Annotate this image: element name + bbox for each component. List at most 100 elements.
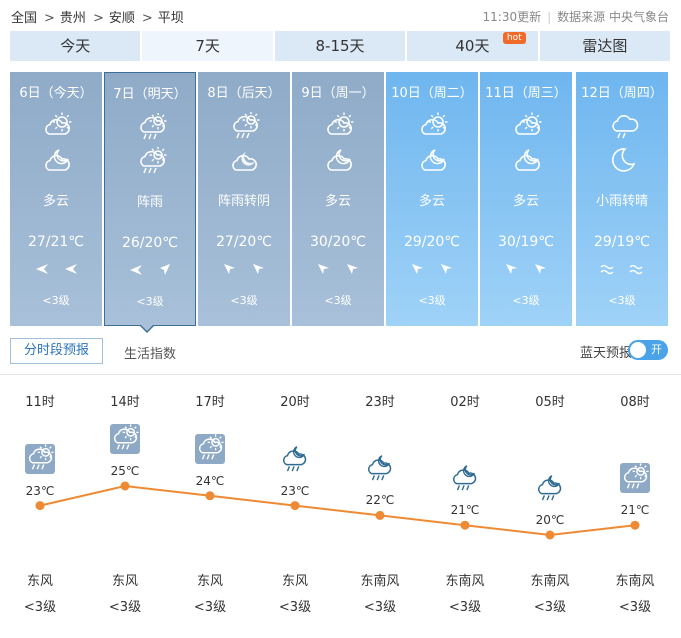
day-card[interactable]: 10日（周二） 多云 29/20℃ <3级 xyxy=(386,72,478,326)
day-card[interactable]: 8日（后天） 阵雨转阴 27/20℃ <3级 xyxy=(198,72,290,326)
breadcrumb-province[interactable]: 贵州 xyxy=(60,11,86,26)
day-title: 8日（后天） xyxy=(207,86,281,101)
tab-today[interactable]: 今天 xyxy=(10,31,141,61)
day-wind-level: <3级 xyxy=(608,294,636,307)
tab-label: 8-15天 xyxy=(315,37,365,55)
shower-rain-icon xyxy=(136,112,168,141)
breadcrumb-country[interactable]: 全国 xyxy=(11,11,37,26)
day-title: 12日（周四） xyxy=(581,86,663,101)
tab-label: 今天 xyxy=(60,37,91,55)
tab-radar[interactable]: 雷达图 xyxy=(539,31,671,61)
day-weather: 多云 xyxy=(324,194,351,209)
hourly-forecast-tab[interactable]: 分时段预报 xyxy=(10,338,103,364)
day-wind-level: <3级 xyxy=(324,294,352,307)
tab-8-15days[interactable]: 8-15天 xyxy=(274,31,406,61)
day-wind xyxy=(292,262,384,280)
breadcrumb-separator: > xyxy=(44,11,55,26)
temperature-point xyxy=(205,491,215,501)
northwest-wind-icon xyxy=(224,264,235,274)
day-wind xyxy=(576,262,668,280)
day-card[interactable]: 7日（明天） 阵雨 26/20℃ <3级 xyxy=(104,72,196,326)
day-temperature: 30/19℃ xyxy=(497,234,555,250)
tab-7days[interactable]: 7天 xyxy=(142,31,273,61)
cloudy-night-icon xyxy=(41,146,73,174)
hour-wind-direction: 东南风 xyxy=(530,574,570,589)
northwest-wind-icon xyxy=(318,264,329,274)
day-card[interactable]: 9日（周一） 多云 30/20℃ <3级 xyxy=(292,72,384,326)
breadcrumb-city[interactable]: 安顺 xyxy=(109,11,135,26)
hour-temperature: 25℃ xyxy=(110,464,140,478)
day-card[interactable]: 12日（周四） 小雨转晴 29/19℃ <3级 xyxy=(576,72,668,326)
hour-temperature: 20℃ xyxy=(535,513,565,527)
moon-cloud-icon xyxy=(229,146,261,174)
shower-rain-icon xyxy=(25,443,55,474)
day-wind xyxy=(105,263,195,281)
day-wind xyxy=(10,262,102,280)
blue-sky-toggle[interactable]: 开 xyxy=(628,340,668,360)
night-shower-icon xyxy=(280,444,310,474)
shower-rain-icon xyxy=(136,146,168,175)
tab-label: 40天 xyxy=(455,37,490,55)
blue-sky-forecast-label: 蓝天预报 xyxy=(579,346,632,361)
divider xyxy=(0,374,681,375)
hour-wind-direction: 东风 xyxy=(281,574,308,589)
update-time: 11:30更新 xyxy=(482,10,542,24)
temperature-point xyxy=(460,520,470,530)
hour-wind-level: <3级 xyxy=(23,600,57,615)
northeast-wind-icon xyxy=(160,264,170,275)
partly-cloudy-icon xyxy=(511,112,543,140)
northwest-wind-icon xyxy=(253,264,264,274)
west-wind-icon xyxy=(130,265,142,275)
day-weather: 多云 xyxy=(512,194,539,209)
moon-icon xyxy=(607,146,639,174)
partly-cloudy-icon xyxy=(41,112,73,140)
shower-rain-icon xyxy=(620,463,650,494)
daily-forecast: 6日（今天） 多云 27/21℃ <3级 7日（明天） 阵雨 26/20℃ <3… xyxy=(10,72,670,328)
toggle-label: 开 xyxy=(651,343,662,356)
hour-temperature: 21℃ xyxy=(620,503,650,518)
tab-label: 7天 xyxy=(195,37,220,55)
forecast-tabs: 今天 7天 8-15天 40天 hot 雷达图 xyxy=(10,31,671,61)
hour-wind-level: <3级 xyxy=(618,600,652,615)
hourly-forecast: 11时 东风 <3级 23℃ 14时 东风 <3级 25℃ 17时 东风 <3级 24… xyxy=(0,380,681,638)
day-title: 9日（周一） xyxy=(301,86,375,101)
hour-wind-direction: 东南风 xyxy=(360,574,400,589)
day-card[interactable]: 11日（周三） 多云 30/19℃ <3级 xyxy=(480,72,572,326)
night-shower-icon xyxy=(535,473,565,503)
breeze-icon xyxy=(629,264,643,275)
day-weather: 多云 xyxy=(42,194,69,209)
tab-label: 雷达图 xyxy=(582,37,628,55)
hour-temperature: 23℃ xyxy=(280,483,310,498)
day-wind-level: <3级 xyxy=(230,294,258,307)
hour-time: 11时 xyxy=(25,395,55,410)
hour-wind-direction: 东风 xyxy=(196,574,223,589)
day-wind-level: <3级 xyxy=(42,294,70,307)
day-title: 10日（周二） xyxy=(391,86,473,101)
cloudy-night-icon xyxy=(323,146,355,174)
hour-wind-direction: 东南风 xyxy=(445,574,485,589)
day-temperature: 29/20℃ xyxy=(403,234,461,250)
cloudy-night-icon xyxy=(417,146,449,174)
hour-wind-level: <3级 xyxy=(193,600,227,615)
life-index-tab[interactable]: 生活指数 xyxy=(124,343,176,362)
hour-temperature: 21℃ xyxy=(450,503,480,518)
west-wind-icon xyxy=(65,264,77,274)
day-wind xyxy=(198,262,290,280)
hour-wind-level: <3级 xyxy=(363,600,397,615)
tab-40days[interactable]: 40天 hot xyxy=(407,31,538,61)
hour-time: 20时 xyxy=(280,395,310,410)
northwest-wind-icon xyxy=(441,264,452,274)
hour-wind-direction: 东南风 xyxy=(615,574,655,589)
day-wind xyxy=(386,262,478,280)
breadcrumb-county: 平坝 xyxy=(157,11,184,26)
temperature-point xyxy=(545,530,555,540)
hour-temperature: 22℃ xyxy=(365,493,395,508)
day-title: 6日（今天） xyxy=(19,86,93,101)
day-weather: 多云 xyxy=(418,194,445,209)
top-bar: 全国 > 贵州 > 安顺 > 平坝 11:30更新 | 数据来源 中央气象台 xyxy=(0,0,681,30)
night-shower-icon xyxy=(450,463,480,493)
hour-time: 05时 xyxy=(535,395,565,410)
hour-wind-level: <3级 xyxy=(448,600,482,615)
day-temperature: 26/20℃ xyxy=(121,235,179,251)
day-card[interactable]: 6日（今天） 多云 27/21℃ <3级 xyxy=(10,72,102,326)
